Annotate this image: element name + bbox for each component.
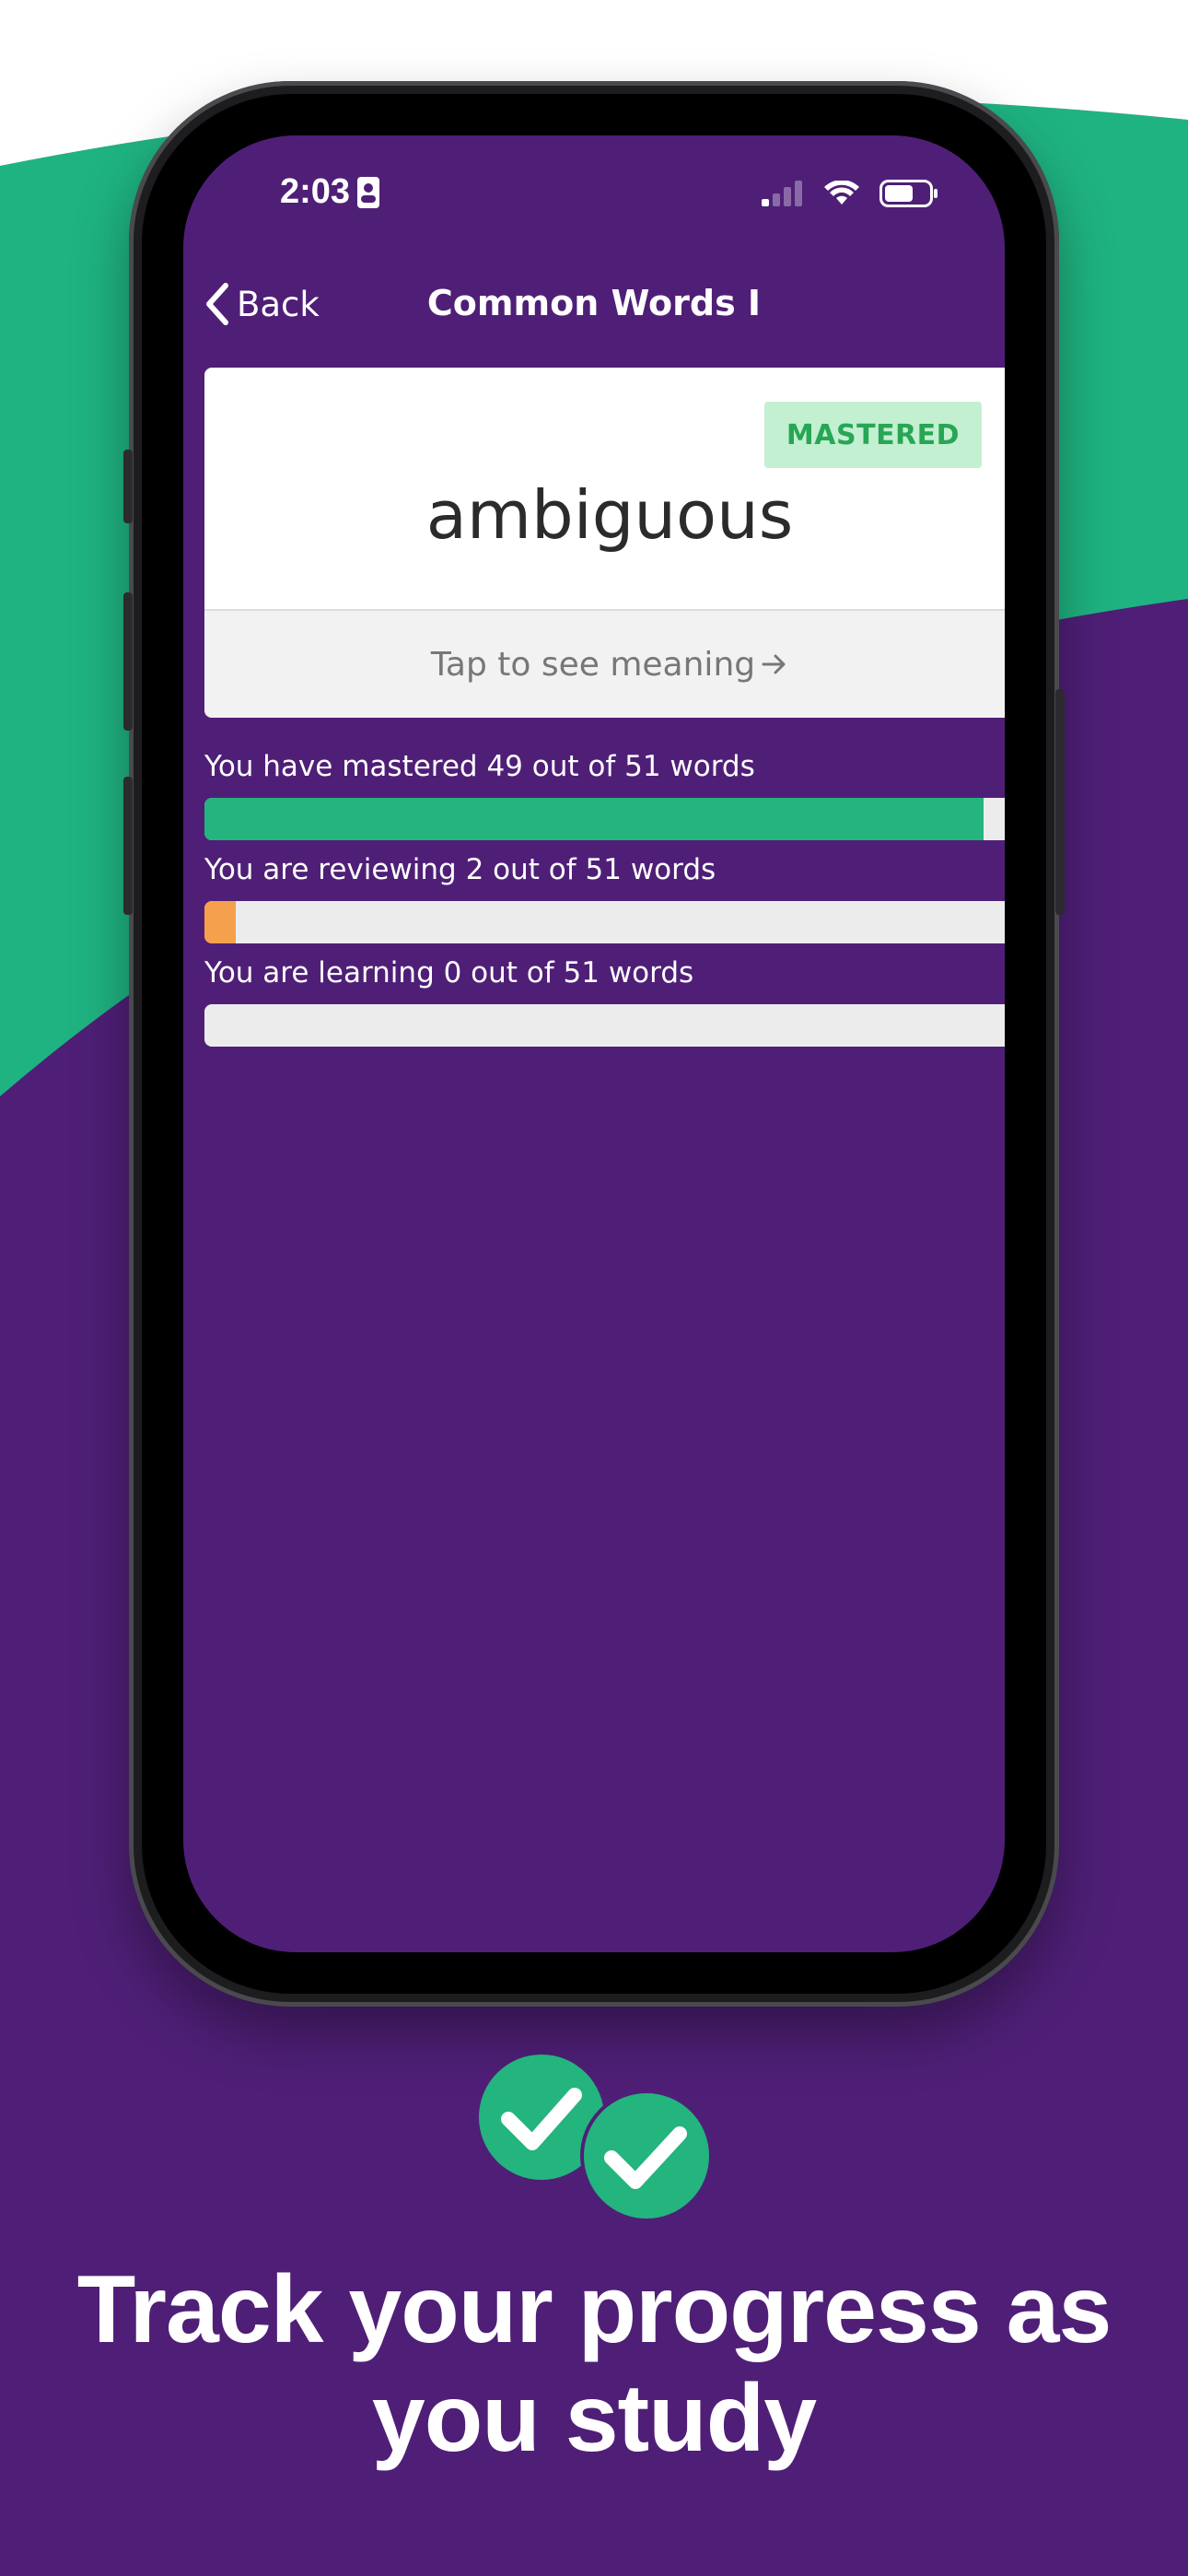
mastered-progress-fill (204, 798, 984, 840)
status-icons (762, 180, 938, 207)
contact-card-icon (357, 176, 380, 208)
app-screen: 2:03 Back Common Words I MASTERED ambigu… (183, 135, 1005, 1952)
word-flashcard[interactable]: MASTERED ambiguous Tap to see meaning (204, 368, 1005, 718)
phone-silent-switch (123, 450, 133, 523)
checkmark-circle-2 (580, 2090, 709, 2220)
double-checkmark-icon (479, 2055, 709, 2220)
mastered-badge: MASTERED (764, 402, 982, 468)
mastered-progress-label: You have mastered 49 out of 51 words (204, 750, 755, 783)
mastered-progress-bar (204, 798, 1005, 840)
phone-mockup: 2:03 Back Common Words I MASTERED ambigu… (123, 81, 1065, 2007)
wifi-icon (824, 181, 859, 205)
reviewing-progress-bar (204, 901, 1005, 943)
status-time: 2:03 (280, 172, 380, 212)
caption-line-1: Track your progress as (76, 2256, 1112, 2363)
battery-icon (879, 180, 938, 207)
learning-progress-bar (204, 1004, 1005, 1047)
status-time-text: 2:03 (280, 172, 351, 211)
reviewing-progress-fill (204, 901, 237, 943)
marketing-caption: Track your progress as you study (55, 2255, 1133, 2473)
learning-progress-label: You are learning 0 out of 51 words (204, 956, 694, 989)
arrow-right-icon (762, 654, 786, 674)
reviewing-progress-label: You are reviewing 2 out of 51 words (204, 853, 716, 886)
phone-power-button (1055, 689, 1065, 915)
flashcard-word: ambiguous (425, 476, 794, 554)
phone-volume-up (123, 592, 133, 731)
see-meaning-button[interactable]: Tap to see meaning (204, 609, 1005, 718)
see-meaning-label: Tap to see meaning (430, 645, 756, 684)
phone-bezel: 2:03 Back Common Words I MASTERED ambigu… (142, 94, 1046, 1994)
caption-line-2: you study (371, 2365, 817, 2472)
cellular-signal-icon (762, 181, 802, 206)
phone-volume-down (123, 777, 133, 915)
page-title: Common Words I (426, 283, 762, 323)
